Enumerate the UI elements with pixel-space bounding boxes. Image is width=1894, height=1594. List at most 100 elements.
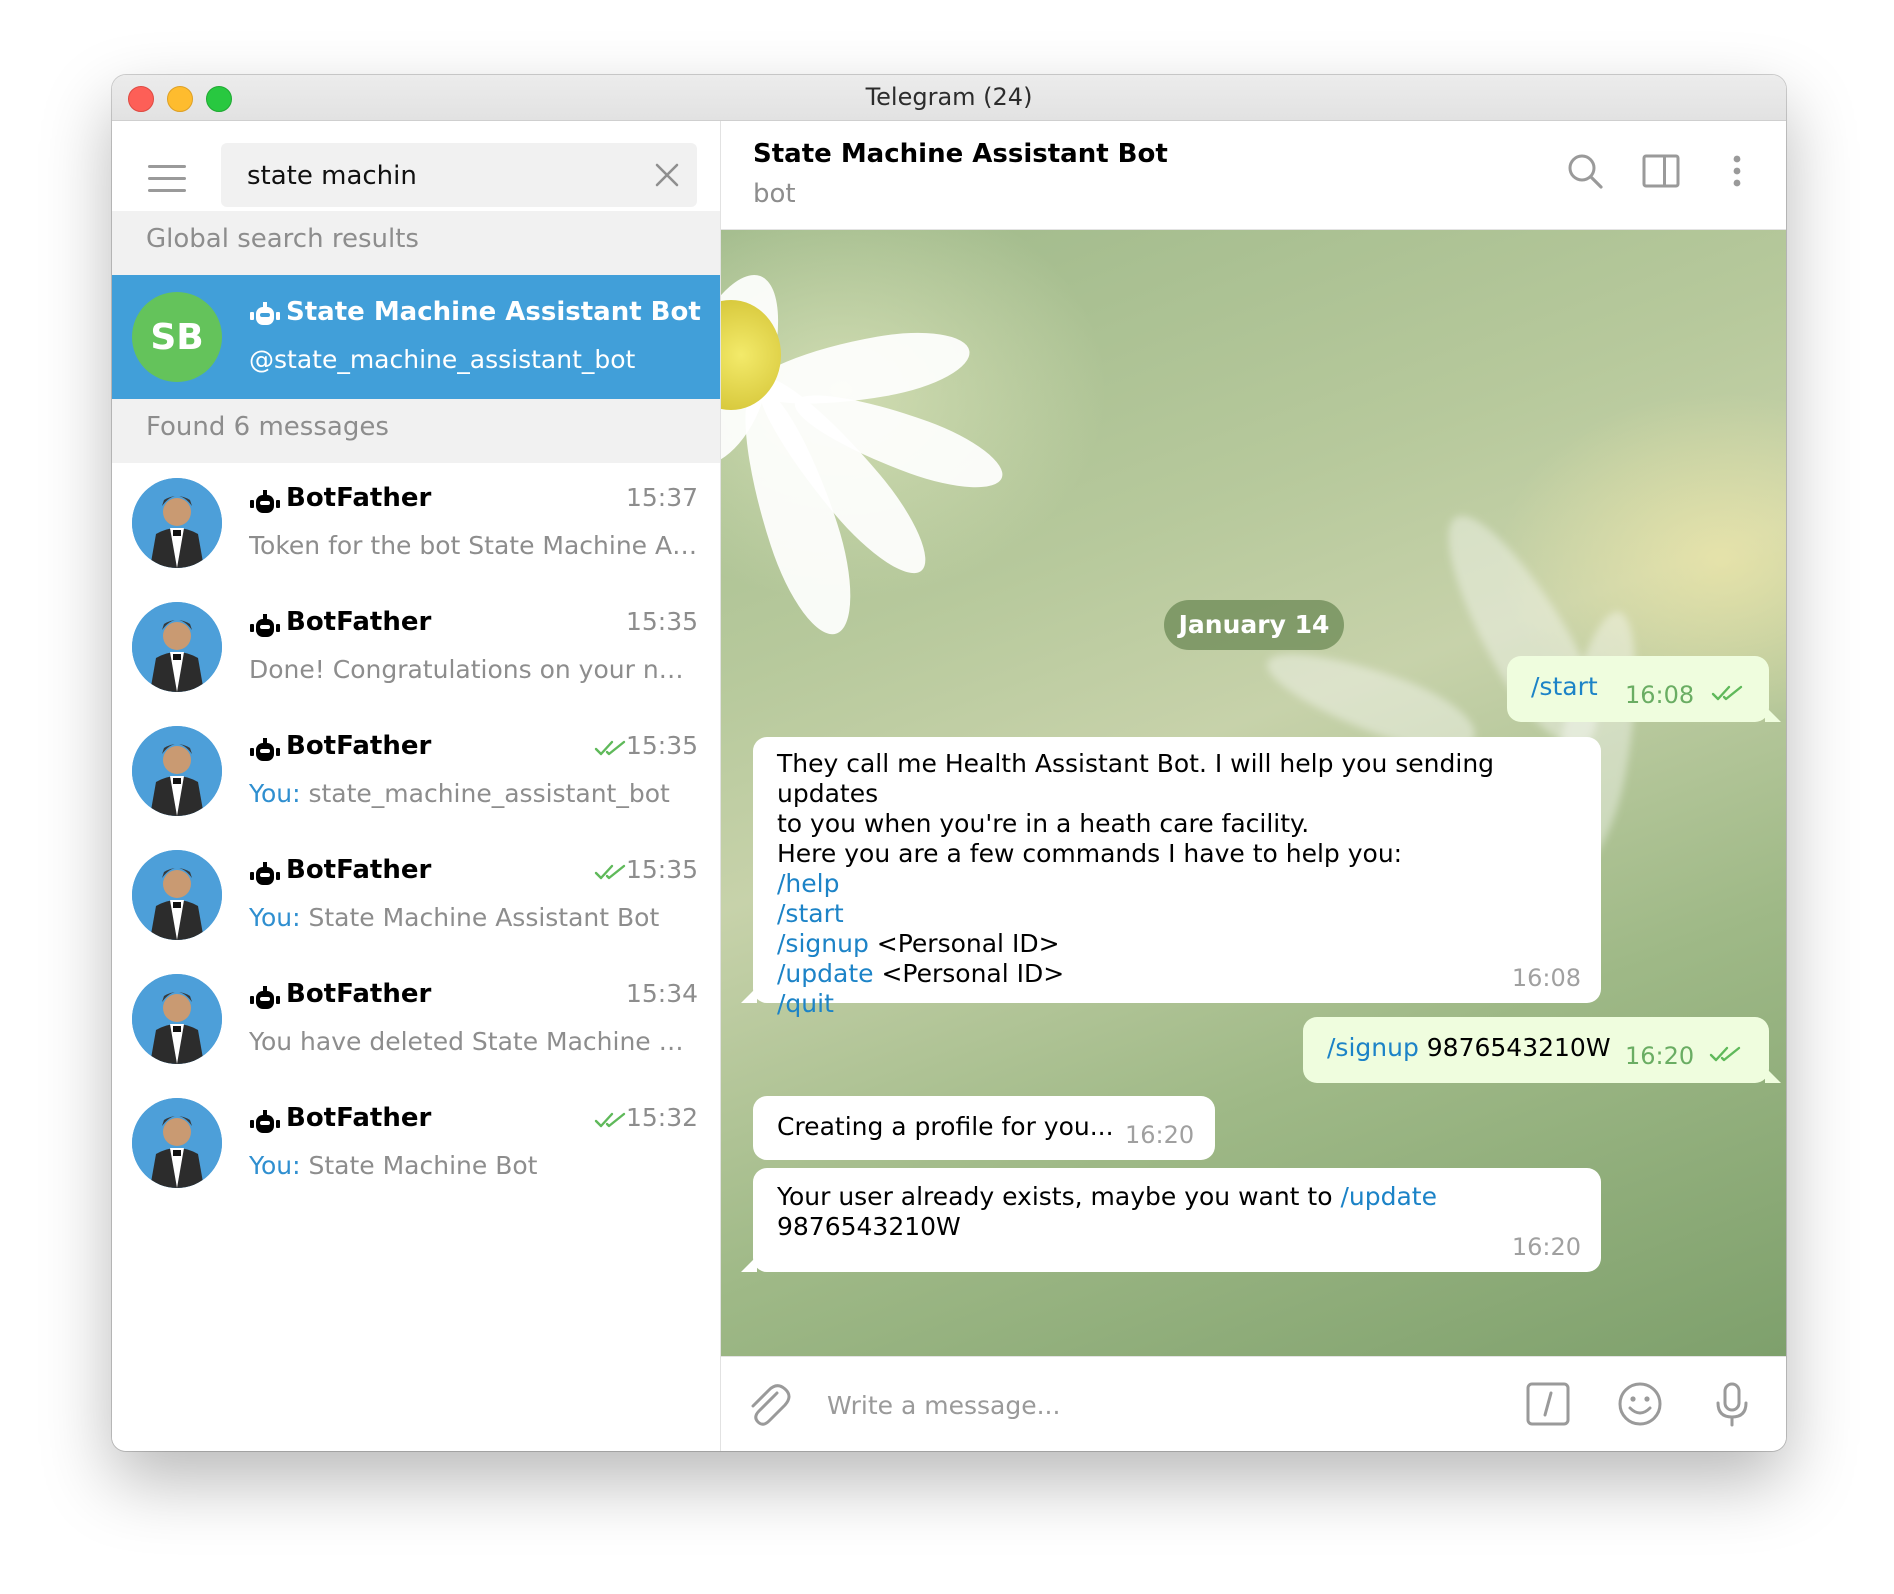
bot-icon [250,614,280,637]
message-sender: BotFather [286,607,432,637]
emoji-icon[interactable] [1617,1381,1663,1427]
chat-panel: State Machine Assistant Bot bot January … [721,121,1786,1451]
message-time: 15:35 [625,607,698,636]
more-icon[interactable] [1717,151,1757,191]
message-result-item[interactable]: BotFather 15:35 Done! Congratulations on… [112,587,720,711]
command-link[interactable]: /update [1340,1182,1437,1211]
outgoing-message[interactable]: /signup 9876543210W 16:20 [1303,1017,1781,1083]
message-time: 15:35 [625,731,698,760]
double-check-icon [594,740,626,756]
close-icon[interactable] [653,161,681,189]
microphone-icon[interactable] [1709,1381,1755,1427]
avatar: SB [132,292,222,382]
command-link[interactable]: /signup [777,929,869,958]
command-link[interactable]: /help [777,869,839,898]
message-time: 15:37 [625,483,698,512]
outgoing-message[interactable]: /start 16:08 [1507,656,1781,722]
search-icon[interactable] [1565,151,1605,191]
message-sender: BotFather [286,1103,432,1133]
bot-icon [250,490,280,513]
message-time: 16:20 [1125,1121,1195,1149]
chat-background: January 14 /start 16:08 They call me Hea… [721,230,1786,1356]
message-sender: BotFather [286,483,432,513]
sidebar-toggle-icon[interactable] [1641,151,1681,191]
message-line: They call me Health Assistant Bot. I wil… [777,749,1495,808]
message-composer [721,1356,1786,1451]
telegram-window: Telegram (24) Global search results SB S… [112,75,1786,1451]
double-check-icon [1711,685,1743,701]
command-link[interactable]: /quit [777,989,834,1018]
bot-icon [250,1110,280,1133]
message-snippet: You: State Machine Bot [249,1151,538,1180]
message-snippet: You: state_machine_assistant_bot [249,779,670,808]
command-link[interactable]: /update [777,959,874,988]
message-line: 9876543210W [777,1212,961,1241]
bubble-tail [1765,1067,1781,1083]
bot-icon [250,738,280,761]
avatar [132,1098,222,1188]
message-text: Your user already exists, maybe you want… [777,1182,1341,1211]
search-box [221,143,697,207]
message-input[interactable] [825,1381,1489,1429]
message-sender: BotFather [286,979,432,1009]
slash-command-icon[interactable] [1525,1381,1571,1427]
message-text: Creating a profile for you... [777,1112,1114,1141]
message-sender: BotFather [286,731,432,761]
global-result-item[interactable]: SB State Machine Assistant Bot @state_ma… [112,275,720,399]
message-time: 15:32 [625,1103,698,1132]
message-line: to you when you're in a heath care facil… [777,809,1310,838]
chat-header: State Machine Assistant Bot bot [721,121,1786,230]
command-link[interactable]: /start [1531,672,1598,702]
bot-icon [250,302,280,325]
double-check-icon [594,864,626,880]
message-result-item[interactable]: BotFather 15:37 Token for the bot State … [112,463,720,587]
found-messages-header: Found 6 messages [112,399,720,463]
message-time: 15:34 [625,979,698,1008]
window-title: Telegram (24) [865,83,1033,111]
message-time: 16:20 [1511,1233,1581,1261]
avatar [132,850,222,940]
avatar [132,602,222,692]
bubble-tail [1765,706,1781,722]
double-check-icon [1709,1046,1741,1062]
global-search-header: Global search results [112,211,720,275]
chat-title[interactable]: State Machine Assistant Bot [753,139,1168,169]
incoming-message[interactable]: They call me Health Assistant Bot. I wil… [741,737,1601,1018]
date-separator: January 14 [1164,600,1344,650]
avatar [132,974,222,1064]
message-snippet: You have deleted State Machine Bot. [249,1027,699,1056]
global-result-username: @state_machine_assistant_bot [249,345,636,374]
message-text: /signup 9876543210W [1327,1033,1611,1062]
chat-status: bot [753,179,796,209]
command-link[interactable]: /signup [1327,1033,1419,1062]
message-snippet: You: State Machine Assistant Bot [249,903,660,932]
message-sender: BotFather [286,855,432,885]
message-time: 16:08 [1511,964,1581,992]
incoming-message[interactable]: Your user already exists, maybe you want… [741,1168,1601,1272]
message-snippet: Done! Congratulations on your new bot. [249,655,699,684]
global-result-name: State Machine Assistant Bot [286,297,701,327]
double-check-icon [594,1112,626,1128]
message-result-item[interactable]: BotFather 15:34 You have deleted State M… [112,959,720,1083]
menu-icon[interactable] [148,165,186,193]
command-link[interactable]: /start [777,899,844,928]
bot-icon [250,986,280,1009]
incoming-message[interactable]: Creating a profile for you... 16:20 [753,1096,1215,1160]
message-result-item[interactable]: BotFather 15:35 You: State Machine Assis… [112,835,720,959]
bot-icon [250,862,280,885]
message-snippet: Token for the bot State Machine Assistan… [249,531,699,560]
avatar [132,726,222,816]
search-input[interactable] [245,153,629,199]
avatar [132,478,222,568]
message-result-item[interactable]: BotFather 15:32 You: State Machine Bot [112,1083,720,1207]
paperclip-icon[interactable] [743,1379,791,1429]
message-time: 16:20 [1625,1042,1695,1070]
sidebar: Global search results SB State Machine A… [112,121,721,1451]
title-bar: Telegram (24) [112,75,1786,121]
message-time: 16:08 [1625,681,1695,709]
message-result-item[interactable]: BotFather 15:35 You: state_machine_assis… [112,711,720,835]
bubble-tail [741,1256,757,1272]
message-time: 15:35 [625,855,698,884]
bubble-tail [741,987,757,1003]
message-line: Here you are a few commands I have to he… [777,839,1403,868]
